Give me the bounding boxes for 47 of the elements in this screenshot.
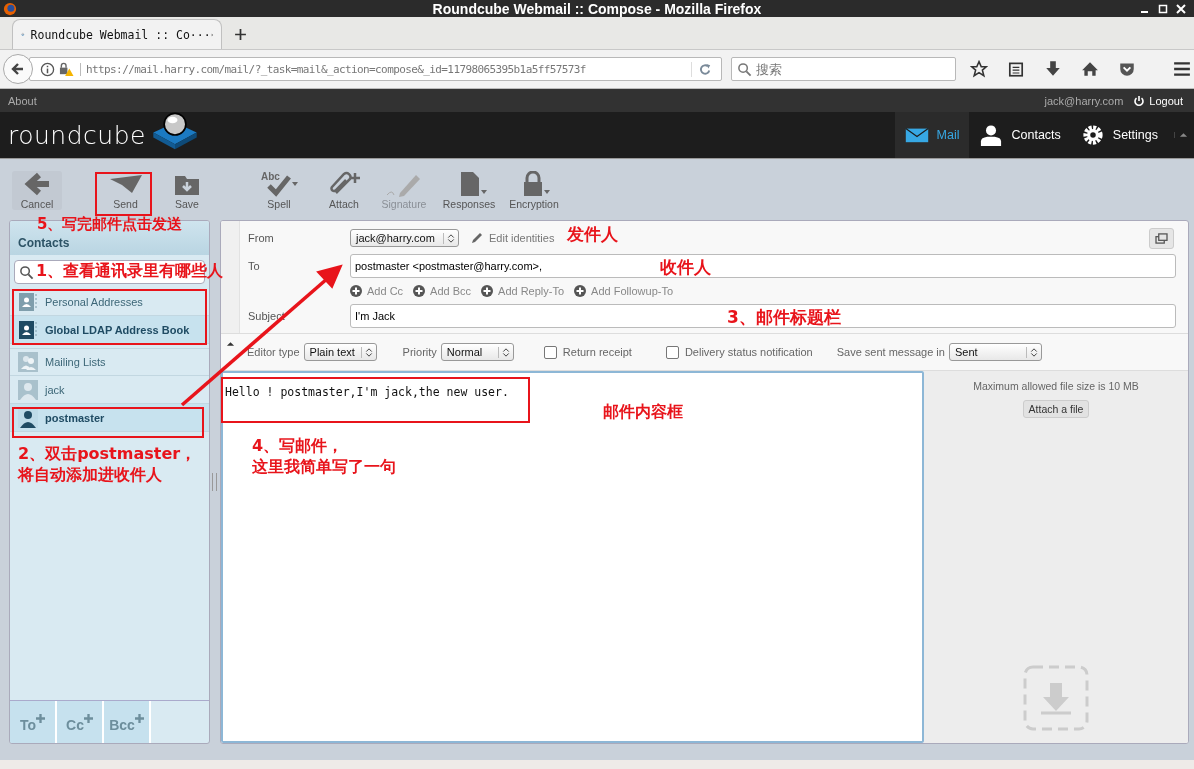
- save-button[interactable]: Save: [165, 170, 209, 210]
- address-book-item[interactable]: Global LDAP Address Book: [10, 316, 209, 344]
- add-header-link[interactable]: Add Followup-To: [574, 285, 674, 297]
- from-select[interactable]: jack@harry.com: [350, 229, 459, 247]
- user-email: jack@harry.com: [1044, 94, 1124, 107]
- responses-button[interactable]: Responses: [440, 170, 498, 210]
- annotation-note: 收件人: [660, 256, 711, 279]
- annotation-note: 1、查看通讯录里有哪些人: [36, 261, 224, 282]
- settings-tab[interactable]: Settings: [1070, 112, 1168, 158]
- annotation-note: 4、写邮件， 这里我简单写了一句: [252, 436, 396, 478]
- editor-type-label: Editor type: [247, 346, 300, 358]
- annotation-note: 发件人: [567, 223, 618, 246]
- annotation-note: 2、双击postmaster， 将自动添加进收件人: [18, 444, 197, 486]
- from-label: From: [248, 232, 275, 244]
- checkbox-label: Delivery status notification: [684, 346, 813, 358]
- annotation-note: 3、邮件标题栏: [727, 306, 841, 329]
- checkbox-label: Return receipt: [562, 346, 632, 358]
- mail-tab[interactable]: Mail: [894, 112, 970, 158]
- attach-file-button[interactable]: Attach a file: [1022, 400, 1090, 418]
- back-button[interactable]: Cancel: [12, 170, 62, 210]
- contacts-heading: Contacts: [18, 236, 70, 250]
- max-size-note: Maximum allowed file size is 10 MB: [973, 380, 1139, 392]
- priority-label: Priority: [402, 346, 437, 358]
- editor-type-select[interactable]: Plain text: [303, 343, 377, 361]
- spell-button[interactable]: Abc Spell: [254, 170, 304, 210]
- add-header-link[interactable]: Add Reply-To: [481, 285, 565, 297]
- roundcube-logo: roundcube: [8, 112, 200, 158]
- add-header-link[interactable]: Add Cc: [350, 285, 404, 297]
- sent-folder-select[interactable]: Sent: [948, 343, 1042, 361]
- attach-button[interactable]: Attach: [320, 170, 368, 210]
- add-header-link[interactable]: Add Bcc: [413, 285, 472, 297]
- about-link[interactable]: About: [8, 94, 37, 107]
- contact-item[interactable]: postmaster: [10, 404, 209, 432]
- edit-identities-link[interactable]: Edit identities: [470, 231, 555, 245]
- annotation-note: 邮件内容框: [603, 402, 683, 423]
- to-label: To: [248, 260, 261, 272]
- group-item[interactable]: Mailing Lists: [10, 348, 209, 376]
- encryption-button[interactable]: Encryption: [506, 170, 562, 210]
- annotation-note: 5、写完邮件点击发送: [37, 215, 183, 235]
- save-sent-label: Save sent message in: [836, 346, 945, 358]
- search-field[interactable]: 搜索: [731, 57, 956, 81]
- browser-tab[interactable]: Roundcube Webmail :: Co···: [12, 19, 222, 49]
- priority-select[interactable]: Normal: [440, 343, 514, 361]
- logout-link[interactable]: Logout: [1149, 94, 1183, 107]
- send-button[interactable]: Send: [99, 170, 152, 210]
- window-title: Roundcube Webmail :: Compose - Mozilla Firefox: [432, 0, 762, 17]
- contacts-tab[interactable]: Contacts: [969, 112, 1071, 158]
